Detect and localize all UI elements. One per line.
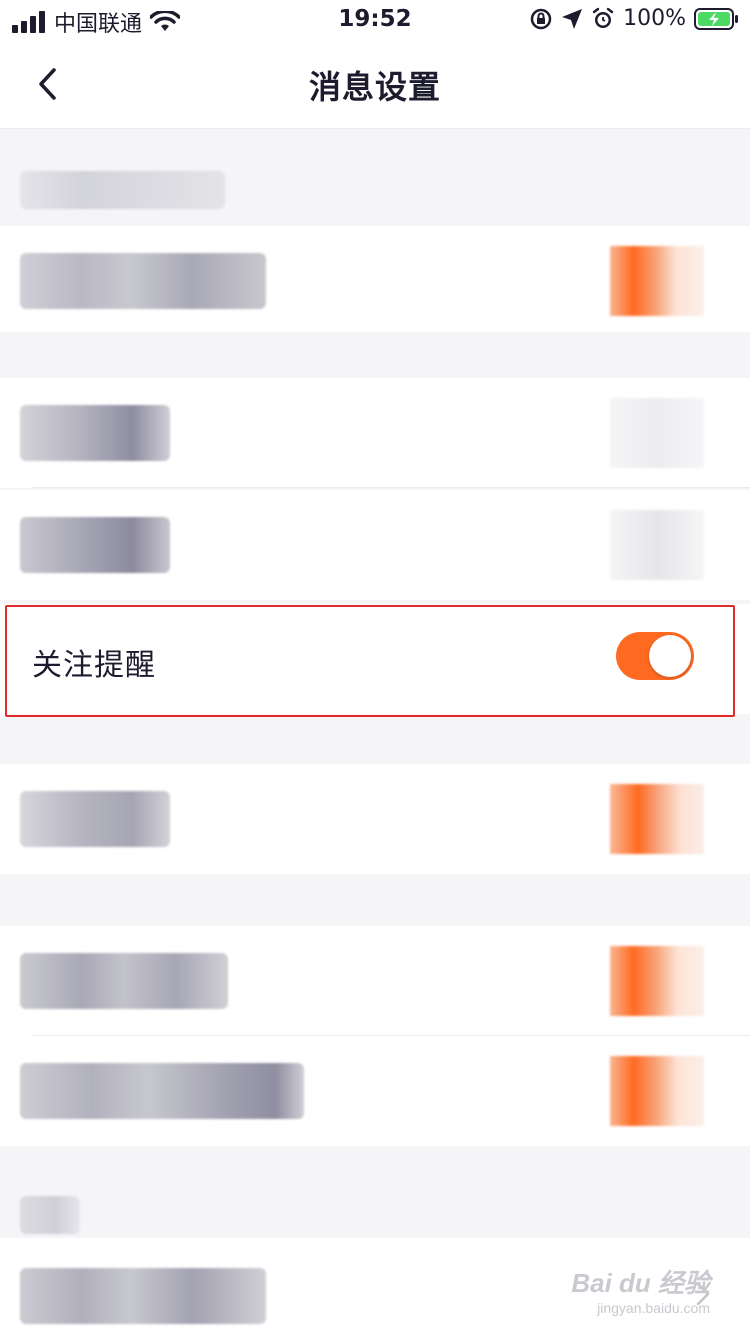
status-bar: 中国联通 19:52 100% — [0, 0, 750, 44]
section-gap — [0, 332, 750, 378]
location-icon — [562, 8, 583, 29]
setting-row-redacted-6[interactable] — [0, 1036, 750, 1146]
focus-reminder-toggle[interactable] — [616, 632, 694, 680]
setting-row-redacted-4[interactable] — [0, 764, 750, 874]
setting-row-redacted-3[interactable] — [0, 490, 750, 600]
redacted-label — [20, 405, 170, 461]
status-right: 100% — [529, 6, 740, 31]
section-gap — [0, 718, 750, 764]
section-header-redacted — [20, 171, 225, 209]
watermark-main: Bai du 经验 — [571, 1268, 710, 1298]
redacted-toggle[interactable] — [610, 1056, 704, 1126]
setting-row-redacted-1[interactable] — [0, 226, 750, 336]
redacted-toggle[interactable] — [610, 246, 704, 316]
redacted-toggle[interactable] — [610, 510, 704, 580]
setting-row-redacted-2[interactable] — [0, 378, 750, 488]
redacted-label — [20, 953, 228, 1009]
setting-row-focus-reminder[interactable]: 关注提醒 — [0, 604, 750, 714]
baidu-watermark: Bai du 经验 jingyan.baidu.com — [571, 1263, 710, 1316]
redacted-label — [20, 1063, 304, 1119]
section-header-redacted — [20, 1196, 80, 1234]
redacted-label — [20, 1268, 266, 1324]
battery-charging-icon — [694, 7, 738, 30]
rotation-lock-icon — [530, 8, 552, 29]
redacted-label — [20, 253, 266, 309]
section-gap — [0, 129, 750, 229]
battery-percent: 100% — [623, 6, 686, 31]
page-title: 消息设置 — [308, 68, 441, 106]
redacted-toggle[interactable] — [610, 946, 704, 1016]
redacted-toggle[interactable] — [610, 784, 704, 854]
toggle-knob — [649, 635, 691, 677]
redacted-label — [20, 517, 170, 573]
watermark-sub: jingyan.baidu.com — [597, 1300, 710, 1316]
alarm-icon — [592, 7, 614, 28]
focus-reminder-label: 关注提醒 — [32, 648, 156, 683]
divider — [32, 487, 750, 488]
setting-row-redacted-5[interactable] — [0, 926, 750, 1036]
section-gap — [0, 1146, 750, 1238]
section-gap — [0, 874, 750, 926]
redacted-toggle[interactable] — [610, 398, 704, 468]
redacted-label — [20, 791, 170, 847]
navigation-bar: 消息设置 — [0, 44, 750, 129]
